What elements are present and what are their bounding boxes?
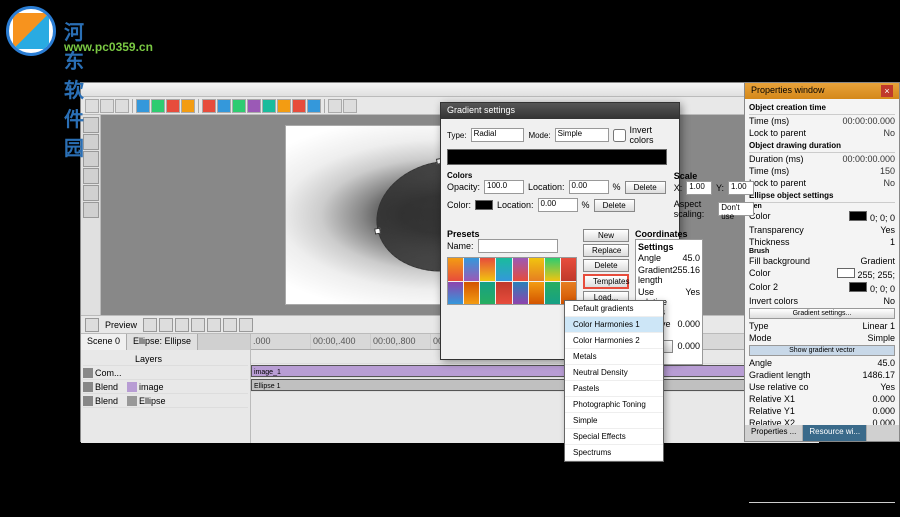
dropdown-item[interactable]: Neutral Density [565,365,663,381]
toolbar-btn[interactable] [217,99,231,113]
timeline-row[interactable]: Com... [83,366,248,380]
templates-dropdown: Default gradients Color Harmonies 1 Colo… [564,300,664,462]
toolbar-btn[interactable] [307,99,321,113]
clip-ellipse[interactable]: Ellipse 1 [251,379,791,391]
next-frame-icon[interactable] [223,318,237,332]
toolbar-btn[interactable] [328,99,342,113]
toolbar-btn[interactable] [181,99,195,113]
location-input[interactable]: 0.00 [538,198,578,212]
toolbar-btn[interactable] [277,99,291,113]
tab-scene[interactable]: Scene 0 [81,334,127,350]
timeline-row[interactable]: Blend image [83,380,248,394]
expand-icon[interactable] [83,368,93,378]
tool-btn[interactable] [83,185,99,201]
mode-select[interactable]: Simple [555,128,609,142]
mode-label: Mode: [528,131,550,140]
opacity-input[interactable]: 100.0 [484,180,524,194]
dropdown-item[interactable]: Default gradients [565,301,663,317]
delete-stop-button[interactable]: Delete [594,199,635,212]
scale-x-input[interactable]: 1.00 [686,181,712,195]
color-swatch[interactable] [849,282,867,292]
preview-label: Preview [105,320,137,330]
gradient-settings-button[interactable]: Gradient settings... [749,308,895,319]
toolbar-btn[interactable] [247,99,261,113]
color-swatch[interactable] [837,268,855,278]
logo-circle [6,6,56,56]
dropdown-item[interactable]: Special Effects [565,429,663,445]
layer-icon [127,396,137,406]
logo-url: www.pc0359.cn [64,40,153,54]
dropdown-item[interactable]: Metals [565,349,663,365]
layer-icon [127,382,137,392]
scale-y-input[interactable]: 1.00 [728,181,754,195]
dropdown-item[interactable]: Color Harmonies 2 [565,333,663,349]
prev-frame-icon[interactable] [159,318,173,332]
tab-properties[interactable]: Properties ... [745,425,803,441]
toolbar-btn[interactable] [343,99,357,113]
location-input[interactable]: 0.00 [569,180,609,194]
tool-btn[interactable] [83,117,99,133]
play-end-icon[interactable] [239,318,253,332]
toolbar-btn[interactable] [136,99,150,113]
dropdown-item[interactable]: Simple [565,413,663,429]
color-swatch[interactable] [475,200,493,210]
tool-btn[interactable] [83,151,99,167]
toolbar-btn[interactable] [100,99,114,113]
properties-title: Properties window × [745,83,899,99]
expand-icon[interactable] [83,382,93,392]
menu-bar[interactable] [81,83,819,97]
logo-text: 河东软件园 [64,16,85,161]
aspect-select[interactable]: Don't use [718,202,753,216]
preview-toggle[interactable] [85,318,99,332]
gradient-preview[interactable] [447,149,667,165]
tab-ellipse[interactable]: Ellipse: Ellipse [127,334,198,350]
templates-button[interactable]: Templates [583,274,629,289]
dropdown-item[interactable]: Spectrums [565,445,663,461]
new-button[interactable]: New [583,229,629,242]
toolbar-btn[interactable] [115,99,129,113]
invert-label: Invert colors [630,125,673,145]
preset-swatches[interactable] [447,257,577,305]
properties-window: Properties window × Object creation time… [744,82,900,442]
timeline-header: Layers [83,352,248,366]
track-row[interactable]: Ellipse 1 [251,378,819,392]
dialog-title: Gradient settings [441,103,679,119]
dropdown-item[interactable]: Color Harmonies 1 [565,317,663,333]
colors-section: Colors [447,171,666,180]
play-start-icon[interactable] [143,318,157,332]
resize-handle[interactable] [374,228,381,235]
preset-name-input[interactable] [478,239,558,253]
tool-btn[interactable] [83,202,99,218]
toolbar-btn[interactable] [166,99,180,113]
stop-icon[interactable] [207,318,221,332]
watermark-logo: 河东软件园 www.pc0359.cn [6,6,56,56]
delete-stop-button[interactable]: Delete [625,181,666,194]
expand-icon[interactable] [83,396,93,406]
show-vector-button[interactable]: Show gradient vector [749,345,895,356]
tab-resource[interactable]: Resource wi... [803,425,867,441]
tool-btn[interactable] [83,134,99,150]
replace-button[interactable]: Replace [583,244,629,257]
tool-btn[interactable] [83,168,99,184]
delete-preset-button[interactable]: Delete [583,259,629,272]
toolbar-btn[interactable] [292,99,306,113]
type-select[interactable]: Radial [471,128,525,142]
toolbar-btn[interactable] [232,99,246,113]
toolbar-btn[interactable] [202,99,216,113]
dropdown-item[interactable]: Photographic Toning [565,397,663,413]
toolbar-btn[interactable] [262,99,276,113]
color-swatch[interactable] [849,211,867,221]
invert-checkbox[interactable] [613,129,626,142]
toolbar-btn[interactable] [85,99,99,113]
timeline-row[interactable]: Blend Ellipse [83,394,248,408]
dropdown-item[interactable]: Pastels [565,381,663,397]
type-label: Type: [447,131,467,140]
pause-icon[interactable] [191,318,205,332]
play-icon[interactable] [175,318,189,332]
toolbar-btn[interactable] [151,99,165,113]
close-icon[interactable]: × [881,85,893,97]
